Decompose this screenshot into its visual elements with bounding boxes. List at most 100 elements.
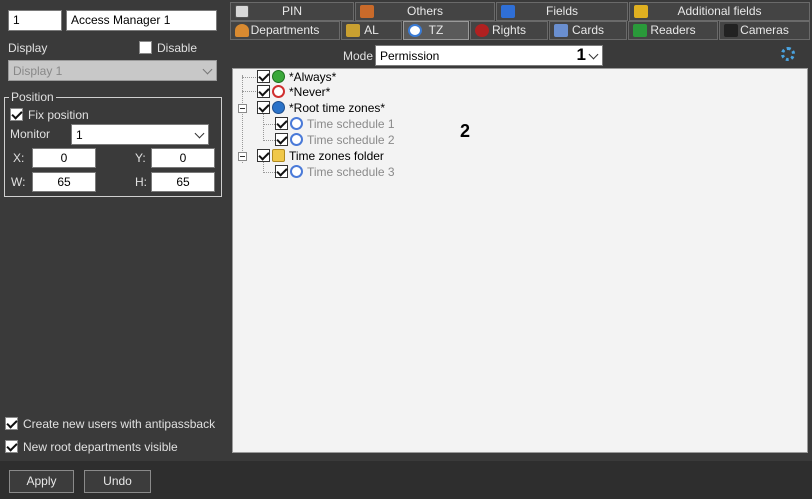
tab-cameras-label: Cameras — [740, 23, 789, 37]
tree-node[interactable]: Time zones folder — [257, 148, 384, 164]
bottom-bar: Apply Undo — [0, 461, 812, 499]
collapse-toggle[interactable] — [238, 104, 247, 113]
tree-node-label: Time schedule 1 — [307, 116, 395, 131]
tree-checkbox[interactable] — [275, 165, 288, 179]
tab-tz[interactable]: TZ — [403, 21, 469, 40]
blue-clock-icon — [290, 117, 303, 131]
fix-position-label: Fix position — [28, 108, 89, 122]
tab-cameras[interactable]: Cameras — [719, 21, 810, 40]
tab-fields[interactable]: Fields — [496, 2, 628, 21]
tab-departments-label: Departments — [250, 23, 320, 37]
w-input[interactable]: 65 — [32, 172, 96, 192]
y-input[interactable]: 0 — [151, 148, 215, 168]
tree-line — [242, 77, 258, 78]
tree-node[interactable]: *Root time zones* — [257, 100, 385, 116]
reader-icon — [633, 24, 647, 37]
mode-toolbar: Mode Permission 1 — [228, 40, 812, 68]
mode-label: Mode — [343, 49, 374, 63]
globe-icon — [272, 101, 285, 115]
tab-rights-label: Rights — [491, 23, 526, 37]
departments-icon — [235, 24, 249, 37]
chevron-down-icon — [588, 49, 599, 60]
red-clock-icon — [272, 85, 285, 99]
name-input[interactable]: Access Manager 1 — [66, 10, 217, 31]
tree-checkbox[interactable] — [257, 70, 270, 84]
tab-departments[interactable]: Departments — [230, 21, 340, 40]
tree-node[interactable]: *Never* — [257, 84, 330, 100]
h-label: H: — [135, 175, 147, 189]
tree-line — [242, 91, 258, 92]
card-icon — [554, 24, 568, 37]
gear-icon[interactable] — [781, 47, 795, 61]
antipassback-checkbox[interactable] — [5, 417, 18, 430]
tab-row-top: PIN Others Fields Additional fields — [228, 2, 812, 21]
tab-cards-label: Cards — [571, 23, 604, 37]
tree-checkbox[interactable] — [257, 85, 270, 99]
tree-node[interactable]: Time schedule 2 — [275, 132, 395, 148]
chevron-down-icon — [194, 128, 205, 139]
apply-button[interactable]: Apply — [9, 470, 74, 493]
blue-clock-icon — [290, 133, 303, 147]
tree-node[interactable]: Time schedule 3 — [275, 164, 395, 180]
w-label: W: — [11, 175, 26, 189]
display-select[interactable]: Display 1 — [8, 60, 217, 81]
undo-button[interactable]: Undo — [84, 470, 151, 493]
tab-fields-label: Fields — [545, 4, 578, 18]
tab-row-bottom: Departments AL TZ Rights Cards Readers C… — [228, 21, 812, 40]
tab-others-label: Others — [406, 4, 443, 18]
tree-checkbox[interactable] — [257, 149, 270, 163]
mode-select[interactable]: Permission 1 — [375, 45, 603, 66]
pin-icon — [235, 5, 249, 18]
fields-icon — [501, 5, 515, 18]
tree-node[interactable]: *Always* — [257, 69, 336, 85]
tree-checkbox[interactable] — [275, 133, 288, 147]
clock-icon — [408, 24, 422, 37]
left-panel: 1 Access Manager 1 Display Disable Displ… — [0, 0, 226, 461]
id-input[interactable]: 1 — [8, 10, 62, 31]
monitor-select[interactable]: 1 — [71, 124, 209, 145]
tab-al[interactable]: AL — [341, 21, 402, 40]
tab-readers-label: Readers — [650, 23, 696, 37]
tree-node-label: Time schedule 3 — [307, 164, 395, 179]
tree-line — [242, 75, 243, 163]
tab-pin-label: PIN — [281, 4, 302, 18]
callout-marker-1: 1 — [576, 45, 586, 64]
tab-rights[interactable]: Rights — [470, 21, 548, 40]
y-label: Y: — [135, 151, 146, 165]
tree-node-label: *Root time zones* — [289, 100, 386, 115]
monitor-label: Monitor — [10, 127, 51, 141]
h-input[interactable]: 65 — [151, 172, 215, 192]
tab-pin[interactable]: PIN — [230, 2, 354, 21]
position-legend: Position — [9, 90, 56, 104]
collapse-toggle[interactable] — [238, 152, 247, 161]
tree-line — [263, 113, 264, 141]
folder-icon — [272, 149, 285, 163]
monitor-select-value: 1 — [76, 128, 83, 142]
callout-marker-2: 2 — [460, 121, 471, 141]
blue-clock-icon — [290, 165, 303, 179]
root-departments-label: New root departments visible — [23, 440, 178, 454]
lock-icon — [346, 24, 360, 37]
tab-readers[interactable]: Readers — [628, 21, 718, 40]
tree-checkbox[interactable] — [257, 101, 270, 115]
mode-select-value: Permission — [380, 49, 440, 63]
tab-additional-fields[interactable]: Additional fields — [629, 2, 810, 21]
tab-additional-fields-label: Additional fields — [677, 4, 762, 18]
tab-al-label: AL — [364, 23, 379, 37]
tree-node-label: Time schedule 2 — [307, 132, 395, 147]
tab-others[interactable]: Others — [355, 2, 495, 21]
disable-label: Disable — [157, 41, 198, 55]
fix-position-checkbox[interactable] — [10, 108, 23, 121]
tab-cards[interactable]: Cards — [549, 21, 627, 40]
x-input[interactable]: 0 — [32, 148, 96, 168]
root-departments-checkbox[interactable] — [5, 440, 18, 453]
tree-node[interactable]: Time schedule 1 — [275, 116, 395, 132]
tree-checkbox[interactable] — [275, 117, 288, 131]
time-zones-tree: *Always* *Never* *Root time zones* Time … — [232, 68, 808, 453]
chevron-down-icon — [202, 64, 213, 75]
antipassback-label: Create new users with antipassback — [23, 417, 216, 431]
x-label: X: — [13, 151, 25, 165]
green-clock-icon — [272, 70, 285, 84]
disable-checkbox[interactable] — [139, 41, 152, 54]
tab-tz-label: TZ — [428, 23, 444, 37]
